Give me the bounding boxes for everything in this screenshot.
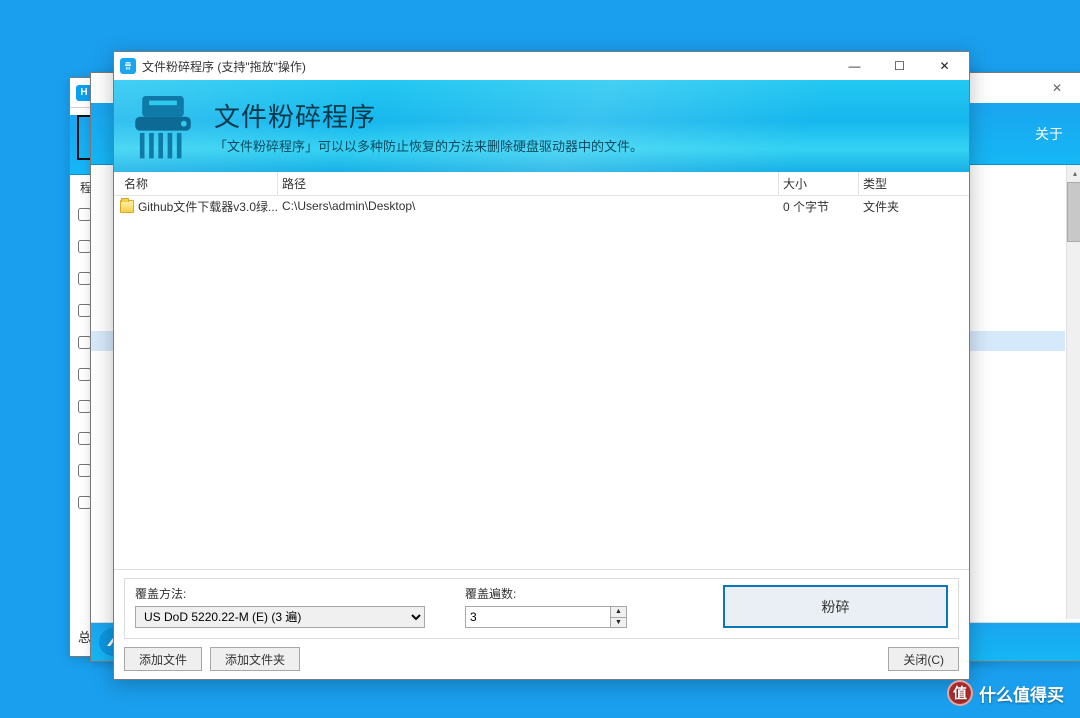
shredder-icon [126,89,200,163]
scroll-up-icon[interactable]: ▴ [1067,165,1080,182]
shredder-window: 文件粉碎程序 (支持"拖放"操作) — ☐ ✕ 文件粉碎程序 [113,51,970,680]
col-path[interactable]: 路径 [278,172,779,195]
spin-down-button[interactable]: ▼ [611,618,626,628]
method-label: 覆盖方法: [135,585,425,602]
add-folder-button[interactable]: 添加文件夹 [210,647,300,671]
minimize-button[interactable]: — [832,54,877,78]
spin-up-button[interactable]: ▲ [611,607,626,618]
cell-type: 文件夹 [859,198,969,215]
cell-size: 0 个字节 [779,198,859,215]
folder-icon [120,200,134,213]
shred-button[interactable]: 粉碎 [723,585,948,628]
bottom-panel: 覆盖方法: US DoD 5220.22-M (E) (3 遍) 覆盖遍数: ▲… [114,569,969,679]
banner-subtitle: 「文件粉碎程序」可以以多种防止恢复的方法来删除硬盘驱动器中的文件。 [214,136,643,155]
col-name[interactable]: 名称 [120,172,278,195]
midwin-scrollbar[interactable]: ▴ [1066,165,1080,619]
cell-path: C:\Users\admin\Desktop\ [278,199,779,213]
passes-label: 覆盖遍数: [465,585,635,602]
watermark-logo: 值 [947,680,973,706]
close-button[interactable]: ✕ [922,54,967,78]
banner-title: 文件粉碎程序 [214,97,643,134]
add-file-button[interactable]: 添加文件 [124,647,202,671]
col-size[interactable]: 大小 [779,172,859,195]
options-group: 覆盖方法: US DoD 5220.22-M (E) (3 遍) 覆盖遍数: ▲… [124,578,959,639]
close-dialog-button[interactable]: 关闭(C) [888,647,959,671]
table-header: 名称 路径 大小 类型 [114,172,969,196]
file-table: 名称 路径 大小 类型 Github文件下载器v3.0绿... C:\Users… [114,172,969,569]
maximize-button[interactable]: ☐ [877,54,922,78]
table-row[interactable]: Github文件下载器v3.0绿... C:\Users\admin\Deskt… [114,196,969,216]
col-type[interactable]: 类型 [859,172,969,195]
titlebar[interactable]: 文件粉碎程序 (支持"拖放"操作) — ☐ ✕ [114,52,969,80]
passes-input[interactable] [465,606,611,628]
watermark: 值 什么值得买 [947,680,1064,706]
window-title: 文件粉碎程序 (支持"拖放"操作) [142,58,306,75]
tab-about[interactable]: 关于 [1035,124,1063,144]
method-select[interactable]: US DoD 5220.22-M (E) (3 遍) [135,606,425,628]
cell-name: Github文件下载器v3.0绿... [138,198,278,215]
midwin-close-button[interactable]: ✕ [1037,77,1077,99]
table-body[interactable]: Github文件下载器v3.0绿... C:\Users\admin\Deskt… [114,196,969,569]
banner: 文件粉碎程序 「文件粉碎程序」可以以多种防止恢复的方法来删除硬盘驱动器中的文件。 [114,80,969,172]
watermark-text: 什么值得买 [979,681,1064,706]
scroll-thumb[interactable] [1067,182,1080,242]
app-icon [120,58,136,74]
